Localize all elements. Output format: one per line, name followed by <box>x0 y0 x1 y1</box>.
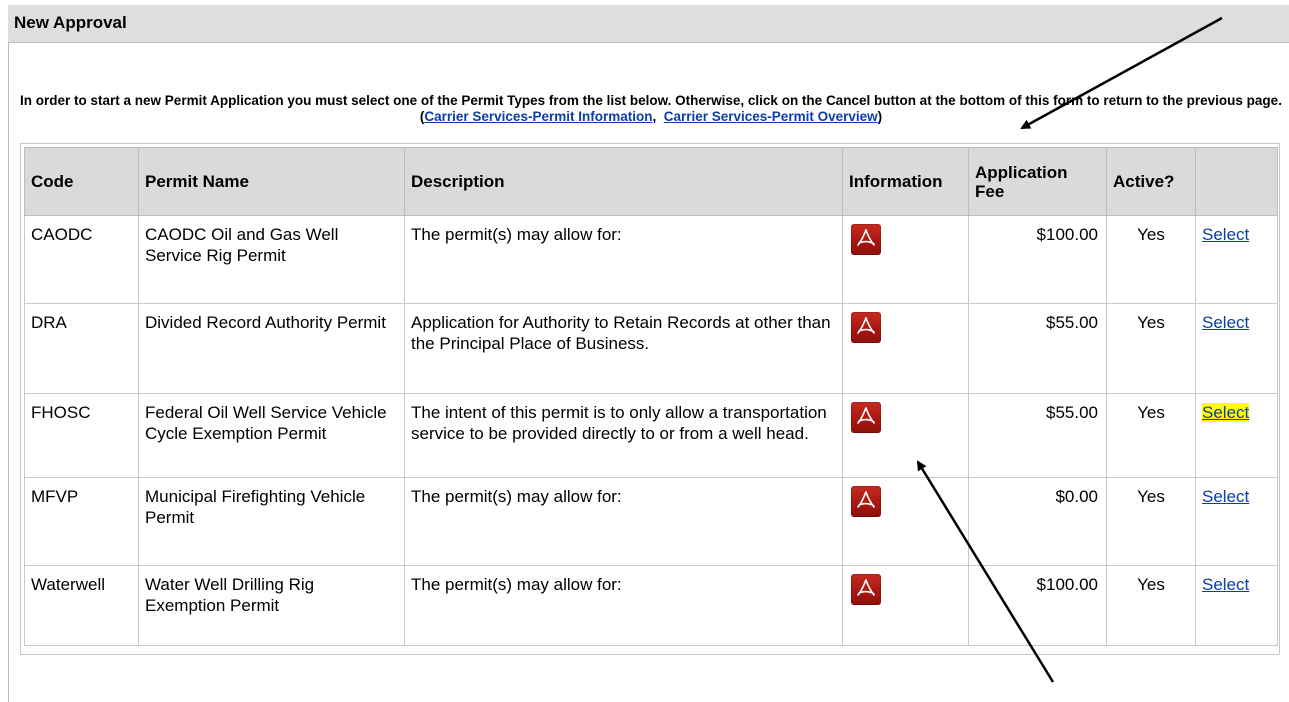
cell-action: Select <box>1195 303 1278 394</box>
links-separator: , <box>652 109 664 124</box>
cell-code: DRA <box>24 303 139 394</box>
column-header-permit-name: Permit Name <box>138 147 405 216</box>
cell-action: Select <box>1195 565 1278 646</box>
column-header-description: Description <box>404 147 843 216</box>
cell-permit-name: CAODC Oil and Gas Well Service Rig Permi… <box>138 215 405 304</box>
cell-description: The permit(s) may allow for: <box>404 565 843 646</box>
cell-permit-name: Federal Oil Well Service Vehicle Cycle E… <box>138 393 405 478</box>
cell-code: Waterwell <box>24 565 139 646</box>
cell-active: Yes <box>1106 477 1196 566</box>
cell-permit-name: Divided Record Authority Permit <box>138 303 405 394</box>
cell-permit-name: Municipal Firefighting Vehicle Permit <box>138 477 405 566</box>
permit-types-table: Code Permit Name Description Information… <box>24 147 1278 646</box>
table-header-row: Code Permit Name Description Information… <box>24 147 1278 216</box>
pdf-icon[interactable] <box>851 312 881 343</box>
cell-description: The permit(s) may allow for: <box>404 477 843 566</box>
cell-permit-name: Water Well Drilling Rig Exemption Permit <box>138 565 405 646</box>
table-row: FHOSC Federal Oil Well Service Vehicle C… <box>24 393 1278 478</box>
cell-information <box>842 215 969 304</box>
cell-description: The intent of this permit is to only all… <box>404 393 843 478</box>
select-link[interactable]: Select <box>1202 487 1249 506</box>
cell-application-fee: $55.00 <box>968 393 1107 478</box>
cell-action: Select <box>1195 215 1278 304</box>
instructions: In order to start a new Permit Applicati… <box>20 93 1282 125</box>
pdf-icon[interactable] <box>851 574 881 605</box>
cell-information <box>842 565 969 646</box>
cell-information <box>842 393 969 478</box>
cell-description: The permit(s) may allow for: <box>404 215 843 304</box>
column-header-application-fee: Application Fee <box>968 147 1107 216</box>
column-header-code: Code <box>24 147 139 216</box>
permit-types-table-container: Code Permit Name Description Information… <box>20 143 1280 655</box>
select-link[interactable]: Select <box>1202 313 1249 332</box>
cell-application-fee: $100.00 <box>968 565 1107 646</box>
table-row: Waterwell Water Well Drilling Rig Exempt… <box>24 565 1278 646</box>
pdf-icon[interactable] <box>851 486 881 517</box>
select-link[interactable]: Select <box>1202 225 1249 244</box>
permit-overview-link[interactable]: Carrier Services-Permit Overview <box>664 109 878 124</box>
table-row: MFVP Municipal Firefighting Vehicle Perm… <box>24 477 1278 566</box>
cell-information <box>842 477 969 566</box>
table-row: CAODC CAODC Oil and Gas Well Service Rig… <box>24 215 1278 304</box>
cell-active: Yes <box>1106 215 1196 304</box>
cell-active: Yes <box>1106 303 1196 394</box>
pdf-icon[interactable] <box>851 224 881 255</box>
cell-action: Select <box>1195 393 1278 478</box>
cell-description: Application for Authority to Retain Reco… <box>404 303 843 394</box>
cell-action: Select <box>1195 477 1278 566</box>
pdf-icon[interactable] <box>851 402 881 433</box>
select-link[interactable]: Select <box>1202 575 1249 594</box>
closing-paren: ) <box>877 109 883 124</box>
cell-code: MFVP <box>24 477 139 566</box>
column-header-active: Active? <box>1106 147 1196 216</box>
page-header: New Approval <box>8 5 1289 43</box>
permit-information-link[interactable]: Carrier Services-Permit Information <box>424 109 652 124</box>
select-link-highlighted[interactable]: Select <box>1202 403 1250 422</box>
cell-application-fee: $0.00 <box>968 477 1107 566</box>
table-row: DRA Divided Record Authority Permit Appl… <box>24 303 1278 394</box>
cell-application-fee: $100.00 <box>968 215 1107 304</box>
cell-active: Yes <box>1106 565 1196 646</box>
cell-information <box>842 303 969 394</box>
column-header-information: Information <box>842 147 969 216</box>
column-header-action <box>1195 147 1278 216</box>
cell-application-fee: $55.00 <box>968 303 1107 394</box>
cell-active: Yes <box>1106 393 1196 478</box>
page-title: New Approval <box>14 13 127 32</box>
cell-code: FHOSC <box>24 393 139 478</box>
cell-code: CAODC <box>24 215 139 304</box>
